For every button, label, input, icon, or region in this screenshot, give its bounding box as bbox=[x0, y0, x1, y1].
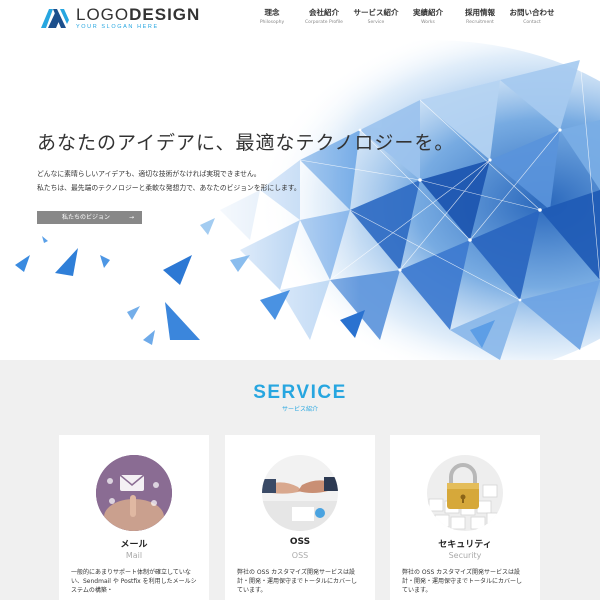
nav-label: 実績紹介 bbox=[413, 8, 443, 17]
nav-sublabel: Works bbox=[421, 20, 435, 25]
nav-item-works[interactable]: 実績紹介 Works bbox=[402, 8, 454, 27]
nav-sublabel: Recruitment bbox=[466, 20, 494, 25]
card-desc-line: い、Sendmail や Postfix を利用したメールシ bbox=[71, 578, 197, 585]
service-title: SERVICE bbox=[253, 382, 347, 403]
hero-text-line2: 私たちは、最先端のテクノロジーと柔軟な発想力で、あなたのビジョンを形にします。 bbox=[37, 184, 301, 192]
card-description: 弊社の OSS カスタマイズ開発サービスは設 計・開発・運用保守までトータルにカ… bbox=[237, 568, 369, 595]
service-subtitle: サービス紹介 bbox=[281, 406, 318, 413]
card-desc-line: 計・開発・運用保守までトータルにカバーし bbox=[402, 578, 523, 585]
hero-text-line1: どんなに素晴らしいアイデアも、適切な技術がなければ実現できません。 bbox=[37, 170, 261, 178]
hero-section: あなたのアイデアに、最適なテクノロジーを。 どんなに素晴らしいアイデアも、適切な… bbox=[0, 40, 600, 360]
logo-name: LOGODESIGN bbox=[76, 6, 200, 23]
card-desc-line: 弊社の OSS カスタマイズ開発サービスは設 bbox=[402, 569, 520, 576]
card-desc-line: 計・開発・運用保守までトータルにカバーし bbox=[237, 578, 358, 585]
service-section: SERVICE サービス紹介 メール Mail 一般的にあまりサポート体制が確立… bbox=[0, 360, 600, 615]
card-desc-line: ています。 bbox=[237, 587, 267, 594]
card-subtitle: OSS bbox=[291, 551, 309, 560]
logo-slogan: YOUR SLOGAN HERE bbox=[76, 24, 159, 30]
card-desc-line: 弊社の OSS カスタマイズ開発サービスは設 bbox=[237, 569, 355, 576]
hero-polygon-background bbox=[0, 40, 600, 360]
main-nav: 理念 Philosophy 会社紹介 Corporate Profile サービ… bbox=[246, 8, 558, 27]
card-title: セキュリティ bbox=[438, 540, 492, 550]
card-title: メール bbox=[120, 540, 148, 550]
service-card-oss[interactable]: OSS OSS 弊社の OSS カスタマイズ開発サービスは設 計・開発・運用保守… bbox=[225, 435, 375, 615]
logo[interactable]: LOGODESIGN YOUR SLOGAN HERE bbox=[40, 6, 200, 31]
card-desc-line: ステムの構築・ bbox=[71, 587, 113, 594]
vision-button-label: 私たちのビジョン bbox=[62, 214, 111, 221]
nav-item-philosophy[interactable]: 理念 Philosophy bbox=[246, 8, 298, 27]
arrow-right-icon: → bbox=[128, 214, 134, 221]
hero-headline: あなたのアイデアに、最適なテクノロジーを。 bbox=[37, 132, 455, 154]
card-subtitle: Security bbox=[448, 551, 482, 560]
card-title: OSS bbox=[289, 537, 311, 547]
nav-label: 理念 bbox=[264, 8, 280, 17]
nav-sublabel: Corporate Profile bbox=[305, 20, 343, 25]
nav-item-recruitment[interactable]: 採用情報 Recruitment bbox=[454, 8, 506, 27]
service-card-security[interactable]: セキュリティ Security 弊社の OSS カスタマイズ開発サービスは設 計… bbox=[390, 435, 540, 615]
logo-name-thin: LOGO bbox=[76, 5, 130, 24]
logo-text: LOGODESIGN YOUR SLOGAN HERE bbox=[76, 6, 200, 31]
service-card-mail[interactable]: メール Mail 一般的にあまりサポート体制が確立していな い、Sendmail… bbox=[59, 435, 209, 615]
email-hand-image bbox=[96, 455, 172, 531]
card-desc-line: ています。 bbox=[402, 587, 432, 594]
card-subtitle: Mail bbox=[125, 551, 143, 560]
site-header: LOGODESIGN YOUR SLOGAN HERE 理念 Philosoph… bbox=[0, 0, 600, 40]
padlock-keyboard-image bbox=[427, 455, 503, 531]
card-description: 一般的にあまりサポート体制が確立していな い、Sendmail や Postfi… bbox=[71, 568, 203, 595]
handshake-image bbox=[262, 455, 338, 531]
nav-sublabel: Service bbox=[367, 20, 385, 25]
vision-button[interactable]: 私たちのビジョン → bbox=[37, 211, 142, 224]
nav-item-service[interactable]: サービス紹介 Service bbox=[350, 8, 402, 27]
nav-item-corporate-profile[interactable]: 会社紹介 Corporate Profile bbox=[298, 8, 350, 27]
card-desc-line: 一般的にあまりサポート体制が確立していな bbox=[71, 569, 191, 576]
nav-sublabel: Contact bbox=[523, 20, 541, 25]
card-description: 弊社の OSS カスタマイズ開発サービスは設 計・開発・運用保守までトータルにカ… bbox=[402, 568, 534, 595]
nav-label: 採用情報 bbox=[465, 8, 495, 17]
nav-sublabel: Philosophy bbox=[259, 20, 285, 25]
logo-mark-icon bbox=[41, 9, 69, 29]
nav-label: サービス紹介 bbox=[353, 8, 399, 17]
nav-label: お問い合わせ bbox=[509, 8, 555, 17]
nav-label: 会社紹介 bbox=[309, 8, 339, 17]
nav-item-contact[interactable]: お問い合わせ Contact bbox=[506, 8, 558, 27]
logo-name-bold: DESIGN bbox=[129, 5, 201, 24]
